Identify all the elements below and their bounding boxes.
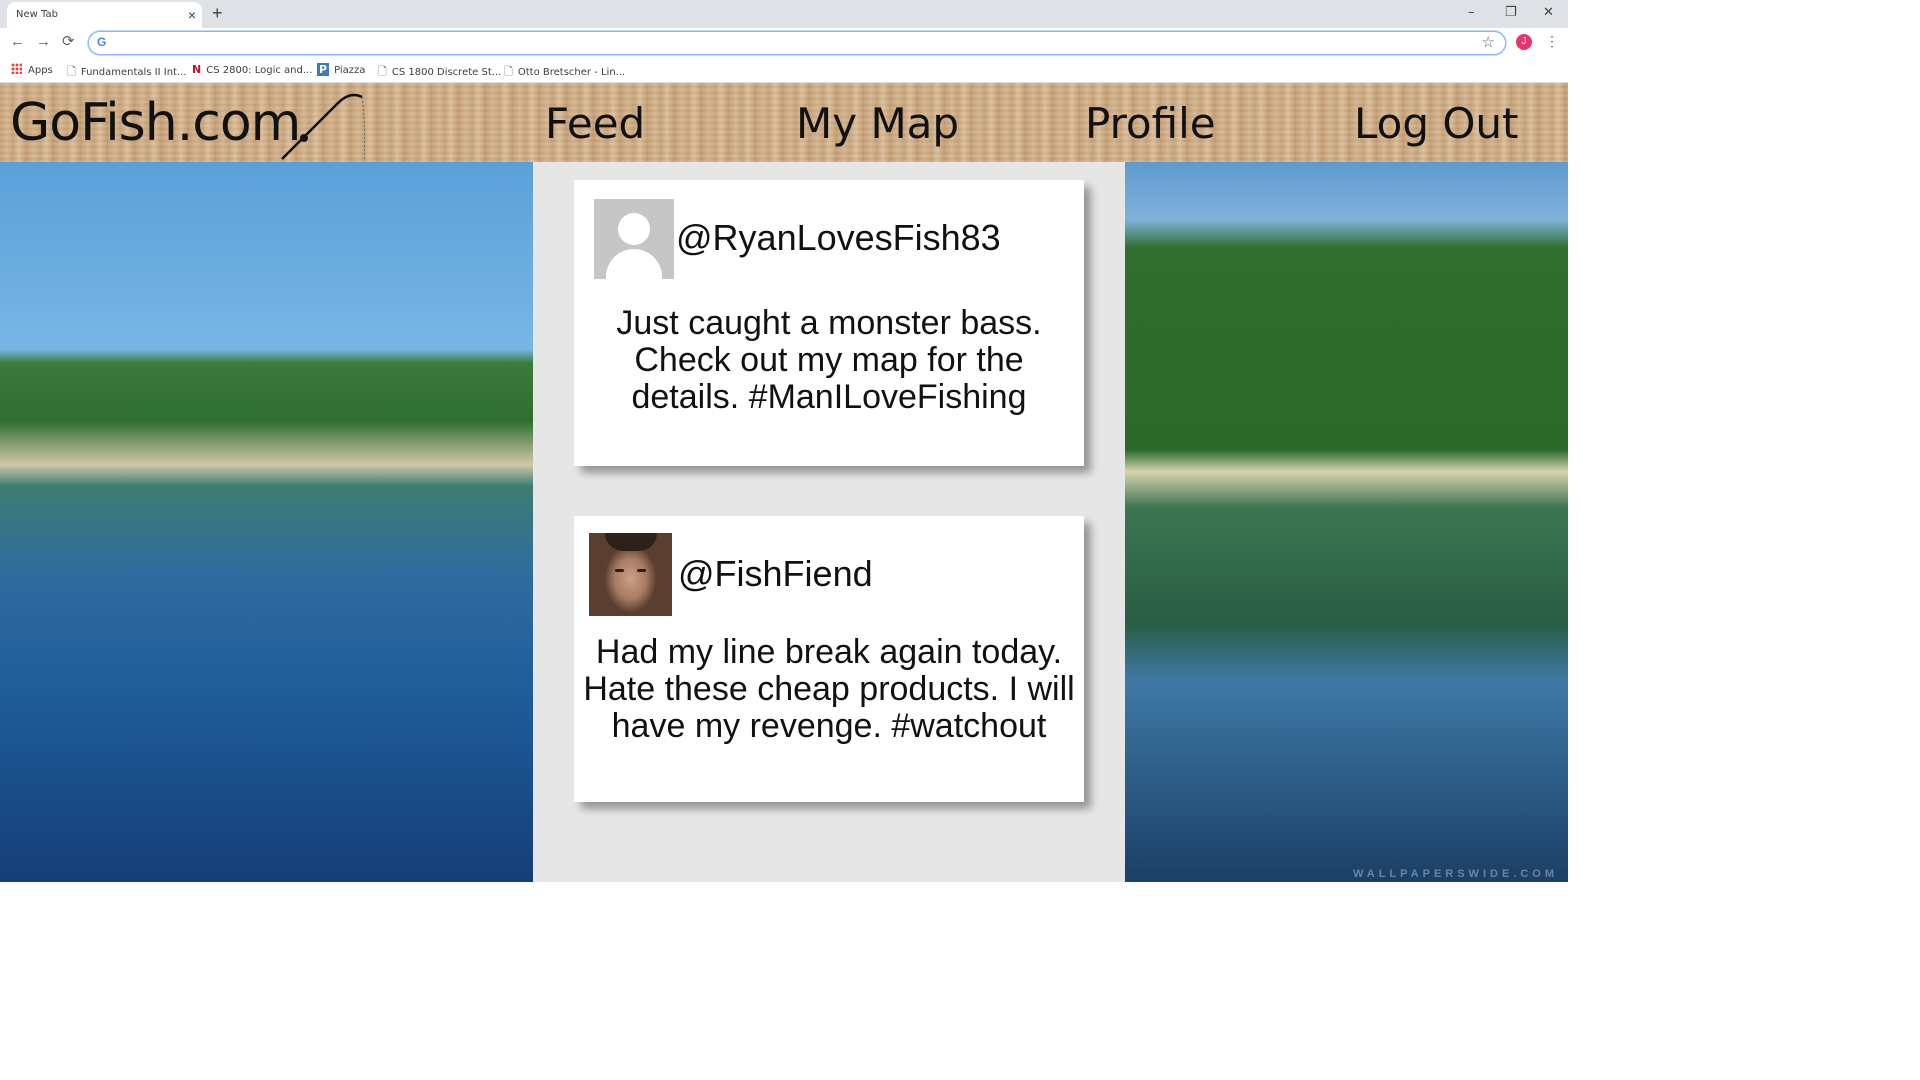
- bookmark-otto-bretscher[interactable]: 🗋 Otto Bretscher - Lin...: [504, 63, 625, 82]
- site-header: GoFish.com Feed My Map Profile Log Out: [0, 83, 1568, 162]
- site-logo[interactable]: GoFish.com: [10, 93, 301, 153]
- new-tab-button[interactable]: +: [212, 4, 223, 22]
- bookmark-apps[interactable]: Apps: [11, 63, 53, 76]
- page-icon: 🗋: [67, 65, 76, 78]
- bookmark-star-icon[interactable]: ☆: [1482, 33, 1495, 51]
- piazza-icon: P: [317, 63, 330, 76]
- lake-background-right: WALLPAPERSWIDE.COM: [1125, 162, 1568, 882]
- feed-post: @RyanLovesFish83 Just caught a monster b…: [574, 180, 1084, 466]
- back-button[interactable]: ←: [10, 34, 25, 50]
- browser-tab[interactable]: New Tab ×: [7, 2, 202, 28]
- bookmark-piazza[interactable]: P Piazza: [317, 63, 365, 76]
- default-avatar-icon[interactable]: [594, 199, 674, 279]
- page-icon: 🗋: [378, 65, 387, 78]
- google-icon: G: [97, 35, 107, 49]
- browser-toolbar: ← → ⟳ G ☆ J ⋮: [0, 28, 1568, 58]
- fishing-rod-icon: [281, 93, 366, 161]
- n-logo-icon: N: [192, 63, 202, 76]
- post-username[interactable]: @RyanLovesFish83: [676, 217, 1001, 259]
- feed-column: @RyanLovesFish83 Just caught a monster b…: [533, 162, 1125, 882]
- post-username[interactable]: @FishFiend: [678, 553, 873, 595]
- tab-title: New Tab: [16, 9, 58, 20]
- page-icon: 🗋: [504, 65, 513, 78]
- post-text: Had my line break again today. Hate thes…: [583, 633, 1075, 745]
- nav-feed[interactable]: Feed: [545, 99, 645, 148]
- reload-button[interactable]: ⟳: [62, 34, 75, 50]
- bookmark-cs2800[interactable]: N CS 2800: Logic and...: [192, 63, 312, 76]
- nav-log-out[interactable]: Log Out: [1354, 99, 1519, 148]
- apps-grid-icon: [11, 63, 22, 74]
- tab-strip: New Tab × + – ❐ ✕: [0, 0, 1568, 28]
- lake-background-left: [0, 162, 533, 882]
- profile-avatar[interactable]: J: [1516, 34, 1532, 50]
- tab-close-icon[interactable]: ×: [188, 6, 196, 24]
- bookmark-cs1800[interactable]: 🗋 CS 1800 Discrete St...: [378, 63, 501, 82]
- nav-my-map[interactable]: My Map: [796, 99, 959, 148]
- close-window-button[interactable]: ✕: [1543, 5, 1554, 20]
- user-avatar-photo[interactable]: [589, 533, 672, 616]
- bookmarks-bar: Apps 🗋 Fundamentals II Int... N CS 2800: L…: [0, 58, 1568, 83]
- minimize-button[interactable]: –: [1468, 5, 1475, 20]
- forward-button[interactable]: →: [36, 34, 51, 50]
- bookmark-fundamentals[interactable]: 🗋 Fundamentals II Int...: [67, 63, 186, 82]
- wallpaper-watermark: WALLPAPERSWIDE.COM: [1352, 868, 1558, 880]
- nav-profile[interactable]: Profile: [1085, 99, 1216, 148]
- feed-post: @FishFiend Had my line break again today…: [574, 516, 1084, 802]
- restore-button[interactable]: ❐: [1505, 5, 1517, 20]
- browser-menu-icon[interactable]: ⋮: [1545, 33, 1559, 50]
- address-bar[interactable]: G ☆: [88, 31, 1506, 55]
- post-text: Just caught a monster bass. Check out my…: [616, 304, 1042, 416]
